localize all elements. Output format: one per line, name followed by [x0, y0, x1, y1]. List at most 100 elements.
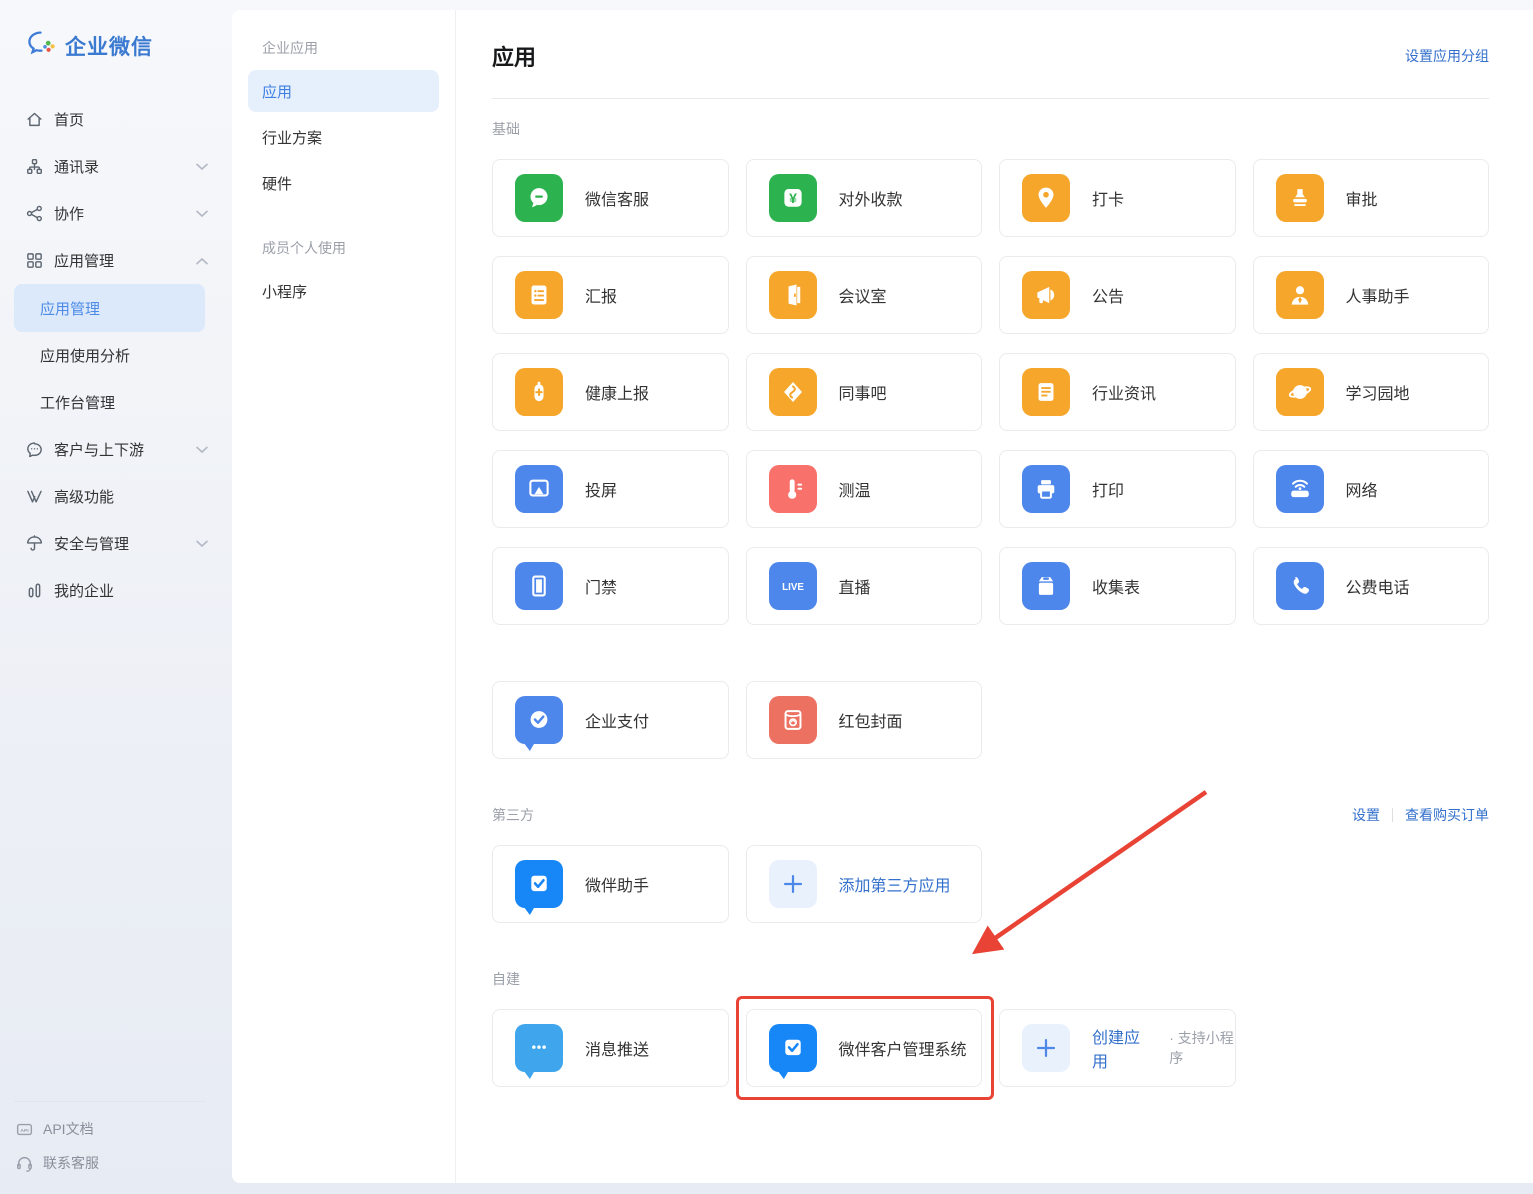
section-header: 自建 [492, 969, 1489, 989]
app-name: 会议室 [839, 283, 887, 307]
app-card[interactable]: 门禁 [492, 547, 729, 625]
app-card[interactable]: 打卡 [999, 159, 1236, 237]
sidebar-item-0[interactable]: 首页 [24, 96, 232, 143]
app-card[interactable]: 学习园地 [1253, 353, 1490, 431]
sidebar-footer-item[interactable]: 联系客服 [14, 1146, 206, 1180]
subnav-item[interactable]: 小程序 [248, 270, 439, 312]
app-card[interactable]: 审批 [1253, 159, 1490, 237]
app-name: 网络 [1346, 477, 1378, 501]
sidebar-item-label: 通讯录 [54, 156, 196, 177]
app-card[interactable]: ¥对外收款 [746, 159, 983, 237]
app-card[interactable]: 收集表 [999, 547, 1236, 625]
sidebar-nav: 首页通讯录协作应用管理应用管理应用使用分析工作台管理客户与上下游高级功能安全与管… [24, 96, 232, 614]
card-wrap: 收集表 [999, 547, 1236, 625]
card-wrap: 创建应用· 支持小程序 [999, 1009, 1236, 1087]
app-card[interactable]: 公告 [999, 256, 1236, 334]
app-card[interactable]: 会议室 [746, 256, 983, 334]
wecom-logo[interactable]: 企业微信 [26, 30, 232, 62]
app-grid: 企业支付 红包封面 [492, 681, 1489, 759]
app-card[interactable]: 行业资讯 [999, 353, 1236, 431]
sidebar-footer: APIAPI文档联系客服 [14, 1101, 206, 1180]
card-wrap: 测温 [746, 450, 983, 528]
section-header: 基础 [492, 119, 1489, 139]
thermo-icon [769, 465, 817, 513]
app-card[interactable]: 公费电话 [1253, 547, 1490, 625]
chat-dash-icon [515, 174, 563, 222]
app-card[interactable]: 创建应用· 支持小程序 [999, 1009, 1236, 1087]
sidebar-subitem[interactable]: 应用使用分析 [14, 332, 205, 379]
section-link[interactable]: 设置 [1352, 805, 1380, 825]
contacts-icon [24, 157, 44, 177]
bubble-tail [774, 1070, 788, 1079]
plus-icon [769, 860, 817, 908]
app-grid: 消息推送微伴客户管理系统创建应用· 支持小程序 [492, 1009, 1489, 1087]
section-label: 第三方 [492, 805, 534, 825]
app-card[interactable]: 投屏 [492, 450, 729, 528]
sidebar-footer-item[interactable]: APIAPI文档 [14, 1112, 206, 1146]
bubble-tail [521, 906, 535, 915]
app-card[interactable]: 红包封面 [746, 681, 983, 759]
card-wrap: 人事助手 [1253, 256, 1490, 334]
api-icon: API [14, 1119, 34, 1139]
sidebar-item-6[interactable]: 安全与管理 [24, 520, 232, 567]
subnav-item[interactable]: 硬件 [248, 162, 439, 204]
sidebar-subitem[interactable]: 应用管理 [14, 284, 205, 332]
sidebar-item-1[interactable]: 通讯录 [24, 143, 232, 190]
company-icon [24, 581, 44, 601]
plus-icon [1022, 1024, 1070, 1072]
sidebar-subitem[interactable]: 工作台管理 [14, 379, 205, 426]
set-app-group-link[interactable]: 设置应用分组 [1405, 46, 1489, 66]
sidebar-item-label: 高级功能 [54, 486, 208, 507]
app-grid: 微信客服¥对外收款打卡审批汇报 会议室 公告 人事助手健康上报同事吧行业资讯 学习园地投… [492, 159, 1489, 625]
app-card[interactable]: 打印 [999, 450, 1236, 528]
app-card[interactable]: LIVE直播 [746, 547, 983, 625]
section-link[interactable]: 查看购买订单 [1405, 805, 1489, 825]
router-icon [1276, 465, 1324, 513]
cast-icon [515, 465, 563, 513]
app-card[interactable]: 汇报 [492, 256, 729, 334]
subnav-item[interactable]: 行业方案 [248, 116, 439, 158]
app-card[interactable]: 微伴助手 [492, 845, 729, 923]
app-name: 学习园地 [1346, 380, 1410, 404]
main-panel: 企业应用应用行业方案硬件成员个人使用小程序 应用 设置应用分组 基础微信客服¥对… [232, 10, 1533, 1183]
sidebar-item-7[interactable]: 我的企业 [24, 567, 232, 614]
wecom-bubble-icon [26, 30, 58, 62]
printer-icon [1022, 465, 1070, 513]
door-icon [515, 562, 563, 610]
stamp-icon [1276, 174, 1324, 222]
sidebar-item-label: 应用管理 [54, 250, 196, 271]
sidebar-item-4[interactable]: 客户与上下游 [24, 426, 232, 473]
subnav-item[interactable]: 应用 [248, 70, 439, 112]
card-wrap: 汇报 [492, 256, 729, 334]
home-icon [24, 110, 44, 130]
app-name: 打印 [1092, 477, 1124, 501]
app-name: 红包封面 [839, 708, 903, 732]
app-card[interactable]: 微伴客户管理系统 [746, 1009, 983, 1087]
chevron-down-icon [196, 210, 208, 218]
app-card[interactable]: 添加第三方应用 [746, 845, 983, 923]
app-card[interactable]: 企业支付 [492, 681, 729, 759]
sidebar-item-5[interactable]: 高级功能 [24, 473, 232, 520]
app-card[interactable]: 同事吧 [746, 353, 983, 431]
advanced-icon [24, 487, 44, 507]
app-card[interactable]: 测温 [746, 450, 983, 528]
app-name: 测温 [839, 477, 871, 501]
sidebar-item-3[interactable]: 应用管理 [24, 237, 232, 284]
sidebar-item-2[interactable]: 协作 [24, 190, 232, 237]
app-card[interactable]: 健康上报 [492, 353, 729, 431]
sidebar-item-label: 我的企业 [54, 580, 208, 601]
sidebar-item-label: 安全与管理 [54, 533, 196, 554]
app-name-suffix: · 支持小程序 [1169, 1028, 1234, 1068]
link-separator [1392, 808, 1393, 822]
app-name: 添加第三方应用 [839, 872, 951, 896]
card-wrap: 学习园地 [1253, 353, 1490, 431]
app-card[interactable]: 网络 [1253, 450, 1490, 528]
app-name: 门禁 [585, 574, 617, 598]
apps-icon [24, 251, 44, 271]
planet-icon [1276, 368, 1324, 416]
app-name: 公告 [1092, 283, 1124, 307]
app-card[interactable]: 人事助手 [1253, 256, 1490, 334]
app-card[interactable]: 微信客服 [492, 159, 729, 237]
app-card[interactable]: 消息推送 [492, 1009, 729, 1087]
sidebar-submenu: 应用管理应用使用分析工作台管理 [0, 284, 232, 426]
